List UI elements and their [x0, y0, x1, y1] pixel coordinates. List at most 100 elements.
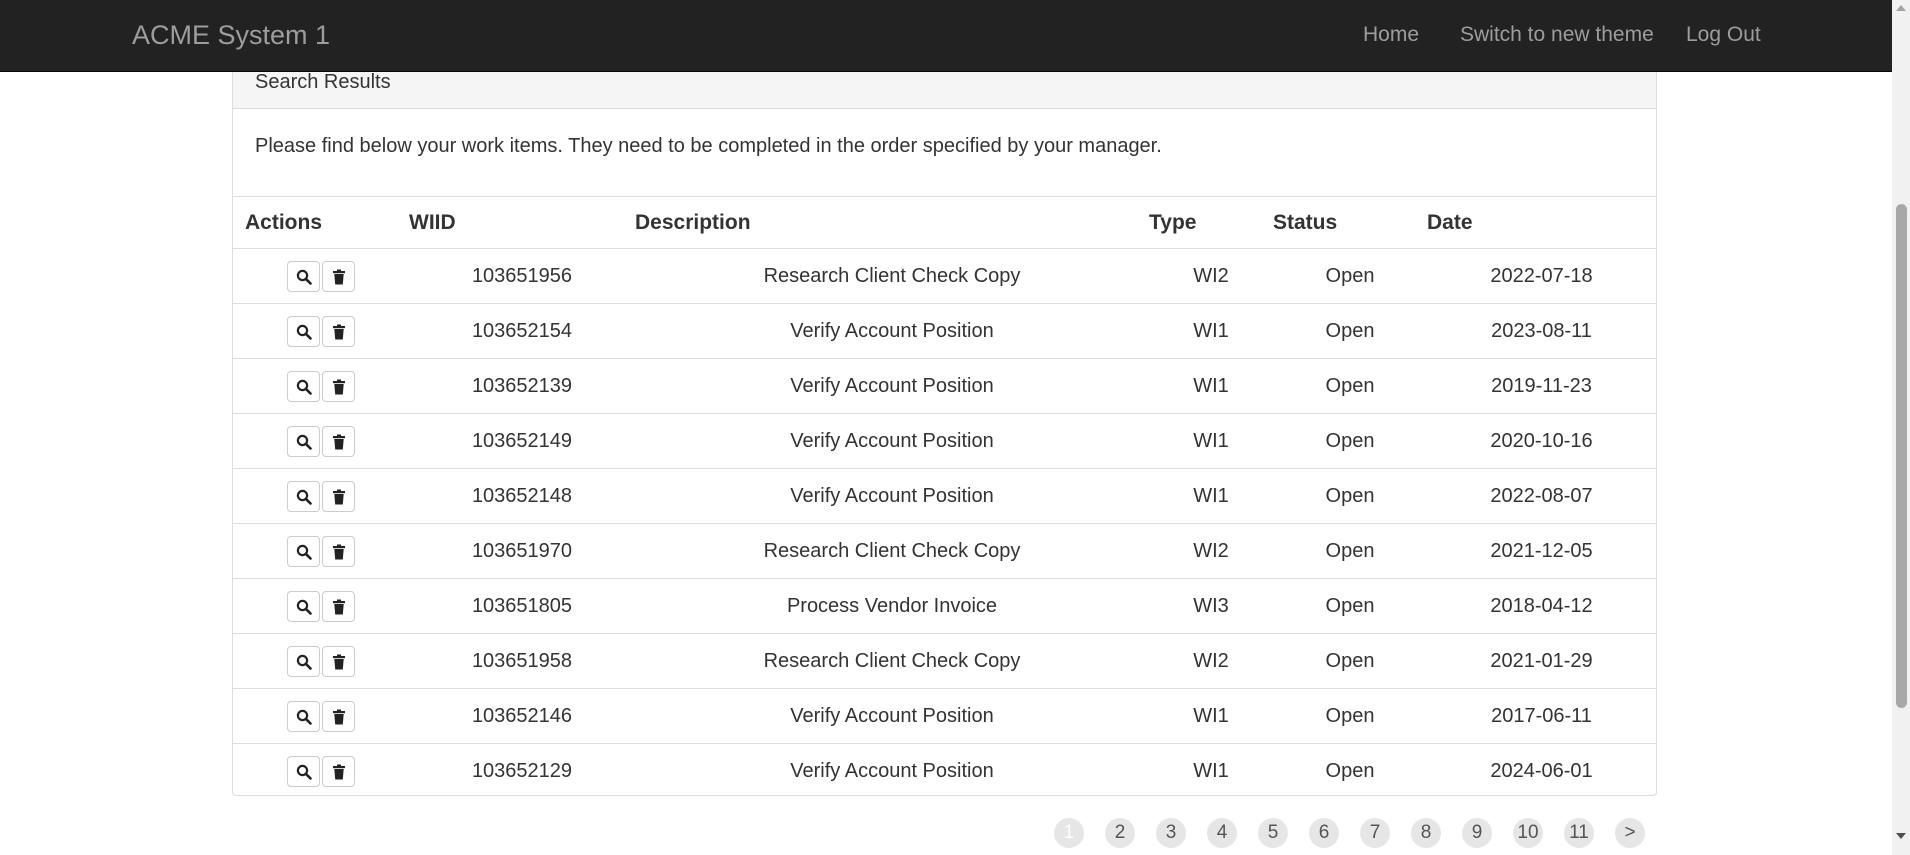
row-actions	[233, 633, 409, 689]
cell-type: WI2	[1149, 633, 1273, 689]
view-button[interactable]	[287, 370, 320, 402]
cell-type: WI1	[1149, 413, 1273, 469]
table-body: 103651956 Research Client Check Copy WI2 Op…	[233, 249, 1656, 795]
header-wiid: WIID	[409, 196, 635, 249]
cell-wiid: 103651805	[409, 578, 635, 634]
page-button-5[interactable]: 5	[1258, 818, 1288, 848]
cell-status: Open	[1273, 413, 1427, 469]
header-actions: Actions	[233, 196, 409, 249]
table-row: 103652154 Verify Account Position WI1 Open 2…	[233, 303, 1656, 359]
delete-button[interactable]	[322, 535, 355, 567]
table-row: 103652146 Verify Account Position WI1 Open 2…	[233, 688, 1656, 744]
cell-status: Open	[1273, 358, 1427, 414]
cell-date: 2020-10-16	[1427, 413, 1656, 469]
cell-description: Verify Account Position	[635, 743, 1149, 795]
delete-button[interactable]	[322, 480, 355, 512]
page-button-1[interactable]: 1	[1054, 818, 1084, 848]
cell-wiid: 103652146	[409, 688, 635, 744]
cell-description: Research Client Check Copy	[763, 264, 1021, 287]
row-actions	[233, 358, 409, 414]
cell-description: Research Client Check Copy	[635, 523, 1149, 579]
page-button-2[interactable]: 2	[1105, 818, 1135, 848]
page-button-11[interactable]: 11	[1564, 818, 1594, 848]
cell-type: WI1	[1149, 688, 1273, 744]
table-row: 103651970 Research Client Check Copy WI2 Op…	[233, 523, 1656, 579]
scrollbar-thumb[interactable]	[1896, 204, 1907, 708]
brand-title[interactable]: ACME System 1	[132, 20, 330, 50]
cell-type: WI3	[1149, 578, 1273, 634]
table-row: 103652139 Verify Account Position WI1 Open 2…	[233, 358, 1656, 414]
vertical-scrollbar[interactable]	[1892, 0, 1910, 855]
delete-button[interactable]	[322, 645, 355, 677]
view-button[interactable]	[287, 590, 320, 622]
panel-title: Search Results	[255, 71, 391, 93]
row-actions	[233, 688, 409, 744]
row-actions	[233, 578, 409, 634]
view-button[interactable]	[287, 480, 320, 512]
header-status: Status	[1273, 196, 1427, 249]
cell-status: Open	[1273, 303, 1427, 359]
view-button[interactable]	[287, 755, 320, 787]
cell-status: Open	[1273, 633, 1427, 689]
view-button[interactable]	[287, 645, 320, 677]
scroll-down-arrow-icon[interactable]	[1896, 833, 1906, 839]
table-row: 103651956 Research Client Check Copy WI2 Op…	[233, 249, 1656, 304]
cell-description: Verify Account Position	[635, 303, 1149, 359]
top-navbar: ACME System 1 Home Switch to new theme L…	[0, 0, 1892, 72]
cell-description: Verify Account Position	[635, 413, 1149, 469]
cell-description: Process Vendor Invoice	[635, 578, 1149, 634]
row-actions	[233, 249, 409, 304]
nav-link-logout[interactable]: Log Out	[1686, 23, 1761, 47]
delete-button[interactable]	[322, 370, 355, 402]
cell-wiid: 103652129	[409, 743, 635, 795]
cell-date: 2021-12-05	[1427, 523, 1656, 579]
delete-button[interactable]	[322, 260, 355, 292]
nav-link-switch-theme[interactable]: Switch to new theme	[1460, 23, 1654, 47]
page-button-10[interactable]: 10	[1513, 818, 1543, 848]
cell-wiid: 103652149	[409, 413, 635, 469]
cell-type: WI1	[1149, 358, 1273, 414]
cell-wiid: 103652154	[409, 303, 635, 359]
cell-type: WI1	[1149, 468, 1273, 524]
cell-description: Verify Account Position	[635, 468, 1149, 524]
cell-status: Open	[1273, 743, 1427, 795]
delete-button[interactable]	[322, 755, 355, 787]
cell-status: Open	[1273, 688, 1427, 744]
cell-type: WI2	[1149, 523, 1273, 579]
view-button[interactable]	[287, 535, 320, 567]
cell-type: WI1	[1149, 743, 1273, 795]
cell-date: 2024-06-01	[1427, 743, 1656, 795]
view-button[interactable]	[287, 260, 320, 292]
cell-wiid: 103652148	[409, 468, 635, 524]
row-actions	[233, 523, 409, 579]
scroll-up-arrow-icon[interactable]	[1896, 5, 1906, 11]
cell-date: 2017-06-11	[1427, 688, 1656, 744]
table-row: 103651958 Research Client Check Copy WI2 Op…	[233, 633, 1656, 689]
delete-button[interactable]	[322, 590, 355, 622]
page-button-3[interactable]: 3	[1156, 818, 1186, 848]
panel-intro-text: Please find below your work items. They …	[255, 135, 1162, 157]
delete-button[interactable]	[322, 425, 355, 457]
row-actions	[233, 468, 409, 524]
next-page-button[interactable]: >	[1615, 818, 1645, 848]
row-actions	[233, 413, 409, 469]
view-button[interactable]	[287, 700, 320, 732]
view-button[interactable]	[287, 425, 320, 457]
cell-description: Verify Account Position	[635, 688, 1149, 744]
page-button-6[interactable]: 6	[1309, 818, 1339, 848]
page-button-4[interactable]: 4	[1207, 818, 1237, 848]
cell-wiid: 103652139	[409, 358, 635, 414]
cell-date: 2018-04-12	[1427, 578, 1656, 634]
search-results-panel: Search Results Please find below your wo…	[232, 40, 1657, 796]
page-button-9[interactable]: 9	[1462, 818, 1492, 848]
page-button-8[interactable]: 8	[1411, 818, 1441, 848]
view-button[interactable]	[287, 315, 320, 347]
page-button-7[interactable]: 7	[1360, 818, 1390, 848]
nav-link-home[interactable]: Home	[1363, 23, 1419, 47]
row-actions	[233, 303, 409, 359]
cell-status: Open	[1273, 523, 1427, 579]
table-header-row: Actions WIID Description Type Status Dat…	[233, 196, 1656, 249]
delete-button[interactable]	[322, 315, 355, 347]
delete-button[interactable]	[322, 700, 355, 732]
cell-type: WI2	[1193, 264, 1229, 287]
